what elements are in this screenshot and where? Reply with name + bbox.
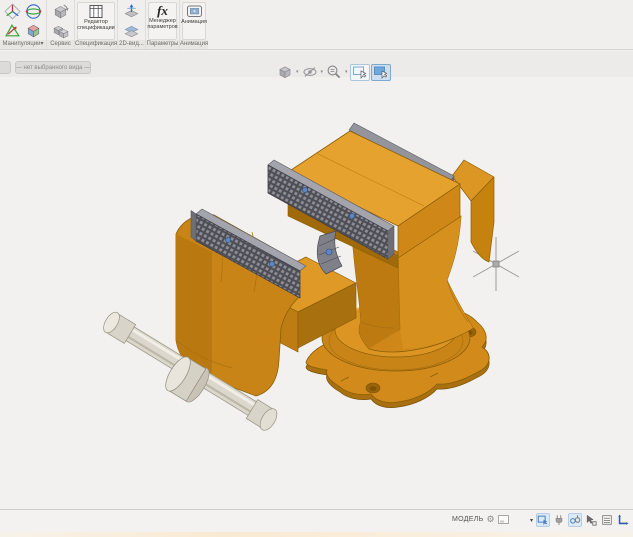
cursor-select-icon[interactable] xyxy=(584,513,598,527)
status-bar: МОДЕЛЬ ⚙ ▾ xyxy=(0,509,633,532)
chevron-down-icon[interactable]: ▾ xyxy=(320,69,325,75)
snap-icon[interactable] xyxy=(568,513,582,527)
parameter-manager-button[interactable]: fx Менеджер параметров xyxy=(148,2,177,40)
ribbon-group-specification: Редактор спецификации Спецификация xyxy=(75,0,118,49)
view-tab-stub[interactable] xyxy=(0,61,11,74)
animation-button[interactable]: Анимация xyxy=(182,2,206,40)
viewport-canvas[interactable] xyxy=(0,77,633,509)
ribbon-group-manipulations: Манипуляции▾ xyxy=(0,0,47,49)
group-label-manipulations[interactable]: Манипуляции▾ xyxy=(0,40,46,49)
ribbon: Манипуляции▾ Сервис Редактор спецификаци… xyxy=(0,0,633,50)
group-label-parameters[interactable]: Параметры xyxy=(146,40,179,49)
2d-sheets-icon[interactable] xyxy=(123,22,140,39)
spec-editor-button[interactable]: Редактор спецификации xyxy=(77,2,115,40)
group-label-2dview[interactable]: 2D-вид... xyxy=(118,40,145,49)
orbit-icon[interactable] xyxy=(23,2,44,21)
list-icon[interactable] xyxy=(600,513,614,527)
plug-icon[interactable] xyxy=(552,513,566,527)
cubes-icon[interactable] xyxy=(52,22,69,39)
group-label-animation[interactable]: Анимация xyxy=(180,40,208,49)
move-icon[interactable] xyxy=(2,21,23,40)
select-rect-filled-icon[interactable] xyxy=(371,64,391,81)
isobox-icon[interactable] xyxy=(23,21,44,40)
taskbar-edge xyxy=(0,532,633,537)
2d-view-icon[interactable] xyxy=(123,3,140,20)
chevron-down-icon[interactable]: ▾ xyxy=(530,517,533,524)
cube-rotate-icon[interactable] xyxy=(52,3,69,20)
display-mode-cube-icon[interactable] xyxy=(276,63,294,81)
mode-indicator[interactable]: МОДЕЛЬ ⚙ xyxy=(452,514,509,524)
gear-icon[interactable]: ⚙ xyxy=(487,514,495,524)
ribbon-group-service: Сервис xyxy=(47,0,75,49)
ribbon-group-2dview: 2D-вид... xyxy=(118,0,146,49)
viewport-toolbar: ▾ ▾ ▾ xyxy=(276,63,391,81)
parameter-manager-label: Менеджер параметров xyxy=(147,18,177,31)
triad-icon[interactable] xyxy=(2,2,23,21)
animation-icon xyxy=(186,4,203,19)
ribbon-group-parameters: fx Менеджер параметров Параметры xyxy=(146,0,180,49)
hide-eye-icon[interactable] xyxy=(301,63,319,81)
axes-corner-icon[interactable] xyxy=(616,513,630,527)
mode-label: МОДЕЛЬ xyxy=(452,516,484,523)
chevron-down-icon[interactable]: ▾ xyxy=(344,69,349,75)
spec-editor-label: Редактор спецификации xyxy=(77,19,114,32)
view-tab[interactable]: — нет выбранного вида — xyxy=(15,61,91,74)
animation-label: Анимация xyxy=(181,19,207,25)
select-rect-icon[interactable] xyxy=(350,64,370,81)
group-label-specification[interactable]: Спецификация xyxy=(75,40,117,49)
viewport[interactable] xyxy=(0,77,633,509)
zoom-icon[interactable] xyxy=(325,63,343,81)
vise-model[interactable] xyxy=(100,123,494,433)
select-filter-icon[interactable] xyxy=(536,513,550,527)
status-icons: ▾ xyxy=(530,513,630,527)
chevron-down-icon: ▾ xyxy=(41,41,44,47)
group-label-service[interactable]: Сервис xyxy=(47,40,74,49)
spec-table-icon xyxy=(88,4,104,19)
cad-app-window: { "ribbon": { "groups": [ {"label": "Ман… xyxy=(0,0,633,537)
ribbon-group-animation: Анимация Анимация xyxy=(180,0,208,49)
fx-icon: fx xyxy=(157,4,168,18)
view-tab-label: — нет выбранного вида — xyxy=(16,65,90,71)
window-icon[interactable] xyxy=(498,515,509,524)
chevron-down-icon[interactable]: ▾ xyxy=(295,69,300,75)
